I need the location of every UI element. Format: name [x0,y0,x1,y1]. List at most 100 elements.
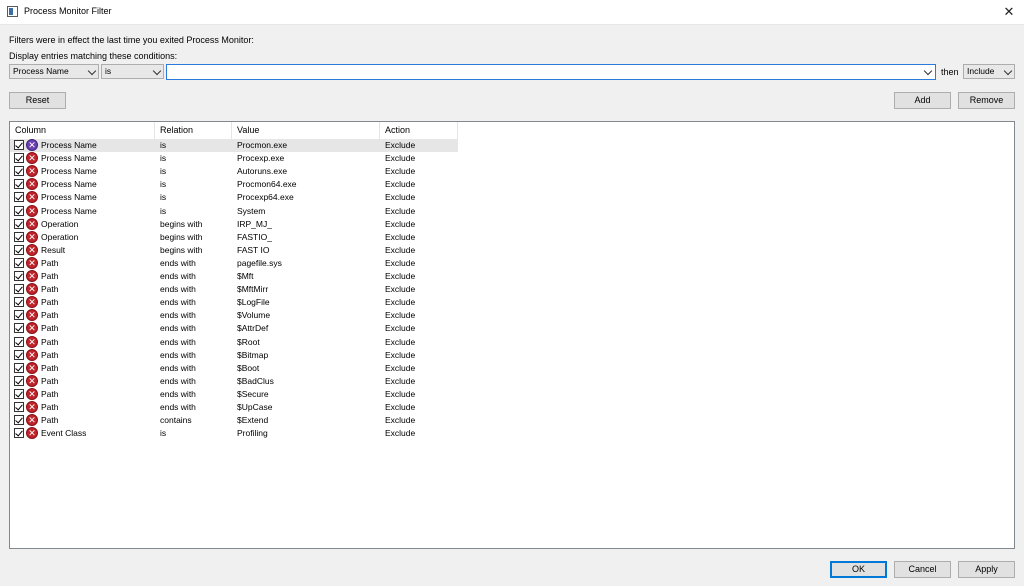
row-action-cell: Exclude [385,375,416,386]
exclude-x-icon: ✕ [26,322,38,335]
checkbox-checked-icon[interactable] [14,192,24,203]
remove-button[interactable]: Remove [958,92,1015,109]
checkbox-checked-icon[interactable] [14,388,24,399]
checkbox-checked-icon[interactable] [14,271,24,281]
table-row[interactable]: ✕ Path ends with $BadClus Exclude [10,374,458,388]
action-select-value: Include [967,66,995,76]
exclude-x-icon: ✕ [26,309,38,322]
table-row[interactable]: ✕ Operation begins with IRP_MJ_ Exclude [10,217,458,231]
table-row[interactable]: ✕ Path contains $Extend Exclude [10,414,458,427]
exclude-x-icon: ✕ [26,427,38,440]
row-value-cell: pagefile.sys [237,257,282,268]
checkbox-checked-icon[interactable] [14,257,24,268]
table-row[interactable]: ✕ Path ends with $MftMirr Exclude [10,283,458,296]
checkbox-checked-icon[interactable] [14,402,24,412]
header-value[interactable]: Value [232,122,380,139]
row-column-cell: Path [41,271,59,281]
checkbox-checked-icon[interactable] [14,153,24,164]
chevron-down-icon [152,66,162,76]
exclude-x-icon: ✕ [26,414,38,427]
checkbox-checked-icon[interactable] [14,375,24,386]
chevron-down-icon [87,66,97,76]
header-column[interactable]: Column [10,122,155,139]
exclude-x-icon: ✕ [26,152,38,165]
row-value-cell: Profiling [237,428,268,439]
table-row[interactable]: ✕ Process Name is Procexp64.exe Exclude [10,191,458,204]
table-row[interactable]: ✕ Path ends with $Root Exclude [10,335,458,349]
table-row[interactable]: ✕ Process Name is Procmon64.exe Exclude [10,178,458,191]
checkbox-checked-icon[interactable] [14,336,24,347]
checkbox-checked-icon[interactable] [14,166,24,177]
row-column-cell: Process Name [41,205,97,216]
chevron-down-icon [1003,66,1013,76]
value-combo[interactable] [166,64,936,80]
checkbox-checked-icon[interactable] [14,231,24,242]
table-row[interactable]: ✕ Path ends with $Bitmap Exclude [10,348,458,362]
relation-select[interactable]: is [101,64,164,79]
add-button[interactable]: Add [894,92,951,109]
row-action-cell: Exclude [385,349,416,360]
column-select[interactable]: Process Name [9,64,99,79]
cancel-button[interactable]: Cancel [894,561,951,578]
row-relation-cell: ends with [160,323,196,334]
checkbox-checked-icon[interactable] [14,428,24,439]
checkbox-checked-icon[interactable] [14,323,24,334]
row-relation-cell: is [160,192,167,203]
close-icon[interactable]: ✕ [998,2,1020,22]
table-row[interactable]: ✕ Path ends with pagefile.sys Exclude [10,256,458,270]
row-value-cell: $LogFile [237,297,270,308]
checkbox-checked-icon[interactable] [14,310,24,321]
checkbox-checked-icon[interactable] [14,218,24,229]
checkbox-checked-icon[interactable] [14,349,24,360]
checkbox-checked-icon[interactable] [14,140,24,150]
table-row[interactable]: ✕ Process Name is Autoruns.exe Exclude [10,165,458,178]
row-action-cell: Exclude [385,336,416,347]
table-row[interactable]: ✕ Event Class is Profiling Exclude [10,427,458,440]
checkbox-checked-icon[interactable] [14,205,24,216]
ok-button[interactable]: OK [830,561,887,578]
table-row[interactable]: ✕ Process Name is System Exclude [10,204,458,218]
row-relation-cell: ends with [160,388,196,399]
header-action[interactable]: Action [380,122,458,139]
column-select-value: Process Name [13,66,69,76]
checkbox-checked-icon[interactable] [14,297,24,308]
filter-list[interactable]: Column Relation Value Action ✕ Process Na… [9,121,1015,549]
table-row[interactable]: ✕ Path ends with $Secure Exclude [10,387,458,401]
row-column-cell: Path [41,362,59,373]
table-row[interactable]: ✕ Path ends with $LogFile Exclude [10,296,458,309]
table-row[interactable]: ✕ Path ends with $Mft Exclude [10,270,458,283]
exclude-x-icon: ✕ [26,165,38,178]
row-column-cell: Path [41,297,59,308]
checkbox-checked-icon[interactable] [14,244,24,255]
row-action-cell: Exclude [385,362,416,373]
row-column-cell: Path [41,323,59,334]
table-row[interactable]: ✕ Path ends with $UpCase Exclude [10,401,458,414]
conditions-label: Display entries matching these condition… [9,51,178,61]
header-relation[interactable]: Relation [155,122,232,139]
table-row[interactable]: ✕ Operation begins with FASTIO_ Exclude [10,230,458,244]
row-column-cell: Path [41,415,59,426]
row-column-cell: Process Name [41,179,97,190]
checkbox-checked-icon[interactable] [14,284,24,295]
exclude-x-icon: ✕ [26,191,38,204]
table-row[interactable]: ✕ Path ends with $Boot Exclude [10,361,458,375]
table-row[interactable]: ✕ Path ends with $Volume Exclude [10,309,458,322]
row-action-cell: Exclude [385,323,416,334]
table-row[interactable]: ✕ Path ends with $AttrDef Exclude [10,322,458,335]
row-relation-cell: is [160,428,167,439]
table-row[interactable]: ✕ Result begins with FAST IO Exclude [10,243,458,257]
checkbox-checked-icon[interactable] [14,415,24,426]
chevron-down-icon[interactable] [923,66,933,76]
row-action-cell: Exclude [385,218,416,229]
row-column-cell: Result [41,244,66,255]
exclude-x-icon: ✕ [26,335,38,348]
checkbox-checked-icon[interactable] [14,179,24,190]
apply-button[interactable]: Apply [958,561,1015,578]
checkbox-checked-icon[interactable] [14,362,24,373]
reset-button[interactable]: Reset [9,92,66,109]
row-value-cell: Procexp.exe [237,153,285,164]
value-input[interactable] [169,66,919,78]
action-select[interactable]: Include [963,64,1015,79]
table-row[interactable]: ✕ Process Name is Procmon.exe Exclude [10,139,458,152]
table-row[interactable]: ✕ Process Name is Procexp.exe Exclude [10,152,458,165]
